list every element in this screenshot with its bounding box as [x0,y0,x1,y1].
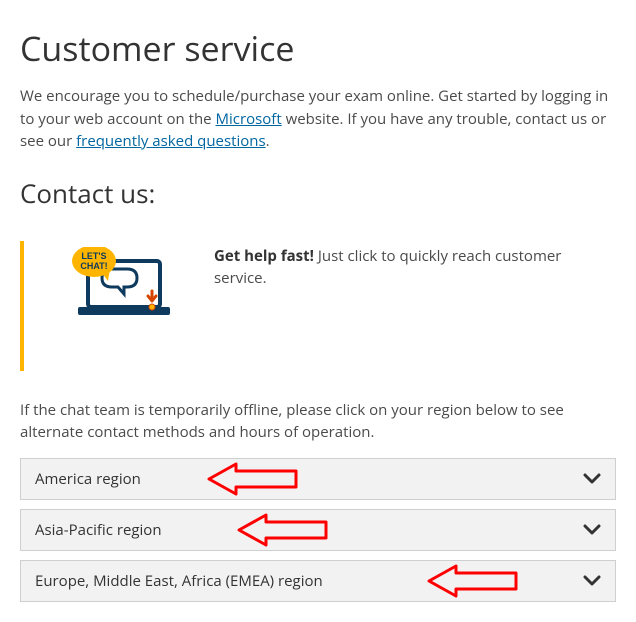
chat-callout-text: Get help fast! Just click to quickly rea… [214,245,616,321]
offline-note: If the chat team is temporarily offline,… [20,399,616,444]
contact-heading: Contact us: [20,175,616,211]
chevron-down-icon [583,524,601,536]
chat-callout-bold: Get help fast! [214,246,314,266]
faq-link[interactable]: frequently asked questions [76,131,265,151]
region-accordion: America region Asia-Pacific region Europ… [20,458,616,602]
region-emea[interactable]: Europe, Middle East, Africa (EMEA) regio… [20,560,616,602]
svg-text:LET'S: LET'S [81,251,106,261]
svg-text:CHAT!: CHAT! [80,261,107,271]
page-title: Customer service [20,25,616,71]
red-arrow-annotation [201,461,301,504]
chevron-down-icon [583,473,601,485]
intro-paragraph: We encourage you to schedule/purchase yo… [20,85,616,153]
intro-text-suffix: . [266,131,270,151]
microsoft-link[interactable]: Microsoft [216,109,282,129]
chat-icon: LET'S CHAT! [24,245,214,321]
red-arrow-annotation [231,512,331,555]
region-america[interactable]: America region [20,458,616,500]
chevron-down-icon [583,575,601,587]
region-label: Europe, Middle East, Africa (EMEA) regio… [35,571,323,591]
region-asia-pacific[interactable]: Asia-Pacific region [20,509,616,551]
region-label: America region [35,469,141,489]
region-label: Asia-Pacific region [35,520,162,540]
red-arrow-annotation [421,563,521,606]
chat-callout[interactable]: LET'S CHAT! Get help fast! Just click to… [20,241,616,371]
